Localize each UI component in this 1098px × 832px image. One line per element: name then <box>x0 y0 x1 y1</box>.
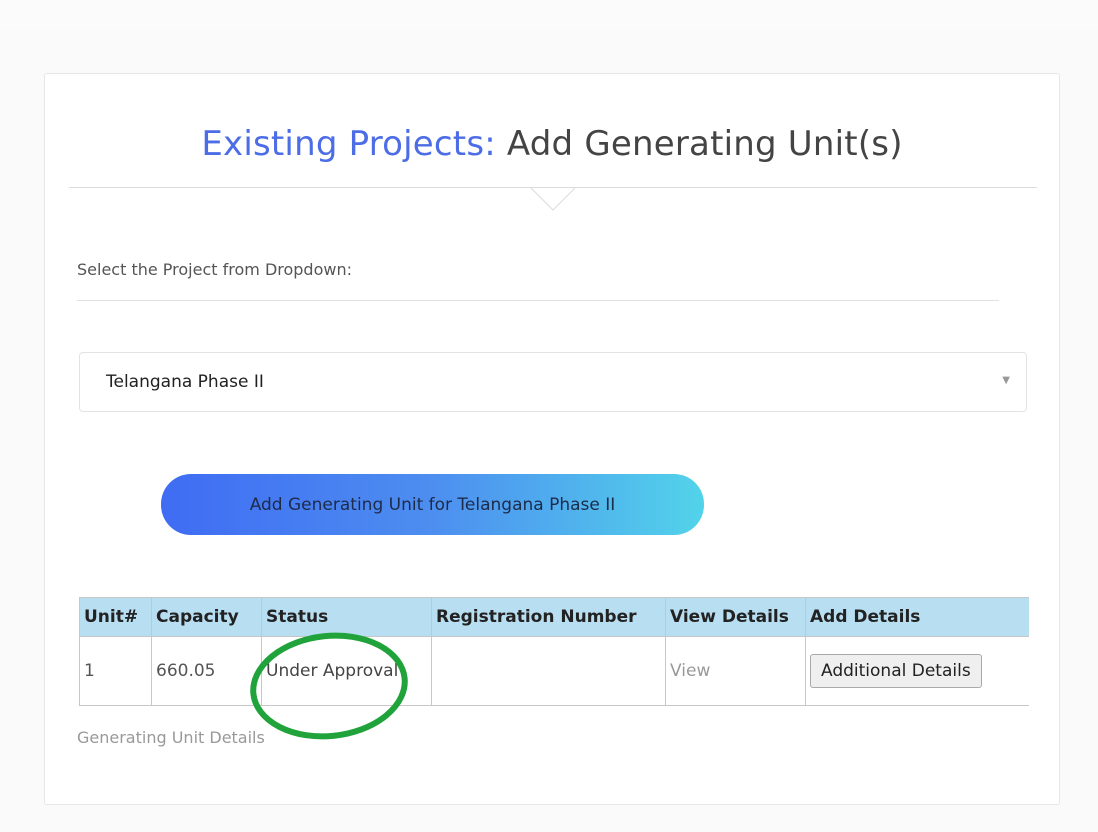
add-units-card: Existing Projects: Add Generating Unit(s… <box>44 73 1060 805</box>
table-header-row: Unit# Capacity Status Registration Numbe… <box>79 597 1029 637</box>
column-header-unit: Unit# <box>79 597 152 637</box>
table-row: 1 660.05 Under Approval View Additional … <box>79 636 1029 706</box>
project-dropdown-value: Telangana Phase II <box>106 372 264 392</box>
project-dropdown[interactable]: Telangana Phase II ▼ <box>79 352 1027 412</box>
cell-unit: 1 <box>79 636 152 706</box>
generating-unit-details-note: Generating Unit Details <box>77 728 265 747</box>
units-table-container: Unit# Capacity Status Registration Numbe… <box>79 597 1029 707</box>
cell-view-details: View <box>665 636 806 706</box>
column-header-add-details: Add Details <box>805 597 1029 637</box>
cell-add-details: Additional Details <box>805 636 1029 706</box>
label-divider <box>77 300 999 301</box>
column-header-view-details: View Details <box>665 597 806 637</box>
page-title-accent: Existing Projects: <box>201 124 496 164</box>
page-title: Existing Projects: Add Generating Unit(s… <box>45 124 1059 164</box>
column-header-capacity: Capacity <box>151 597 262 637</box>
title-divider-notch <box>531 188 575 212</box>
cell-capacity: 660.05 <box>151 636 262 706</box>
page-title-rest: Add Generating Unit(s) <box>495 124 903 164</box>
additional-details-button[interactable]: Additional Details <box>810 654 982 688</box>
chevron-down-icon: ▼ <box>1002 375 1010 386</box>
top-strip <box>0 0 1098 30</box>
units-table: Unit# Capacity Status Registration Numbe… <box>79 597 1029 706</box>
view-details-link[interactable]: View <box>670 661 710 681</box>
cell-registration-number <box>431 636 666 706</box>
add-generating-unit-button[interactable]: Add Generating Unit for Telangana Phase … <box>161 474 704 535</box>
project-select-label: Select the Project from Dropdown: <box>77 260 352 279</box>
column-header-status: Status <box>261 597 432 637</box>
cell-status: Under Approval <box>261 636 432 706</box>
column-header-registration-number: Registration Number <box>431 597 666 637</box>
